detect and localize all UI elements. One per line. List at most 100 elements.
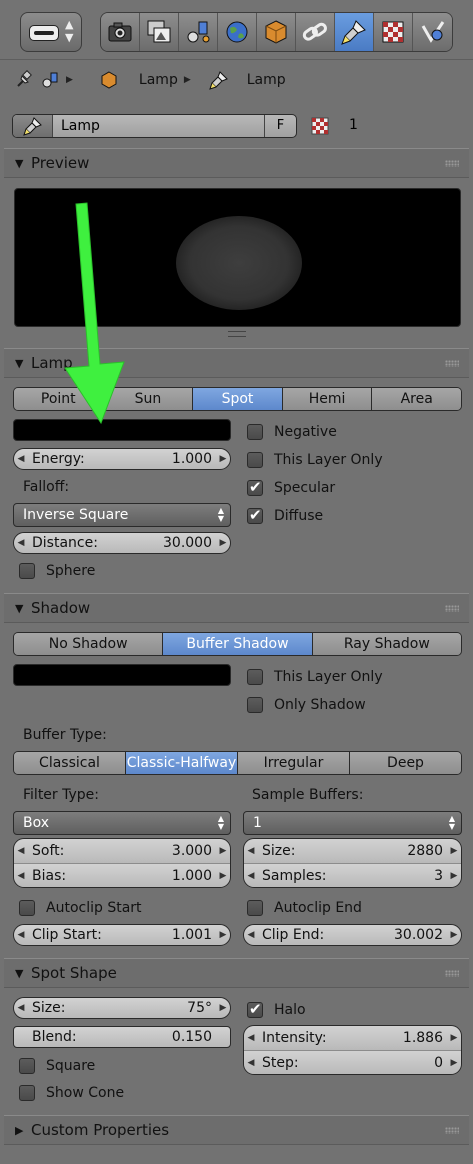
pin-icon[interactable]: [14, 70, 34, 90]
tab-lamp-data[interactable]: [335, 13, 374, 51]
lamp-type-spot[interactable]: Spot: [193, 388, 283, 410]
fake-user-button[interactable]: F: [264, 115, 296, 137]
increment-arrow-icon[interactable]: ▶: [216, 538, 230, 548]
tab-constraints[interactable]: [296, 13, 335, 51]
object-icon: [265, 20, 287, 44]
lamp-color-swatch[interactable]: [13, 419, 231, 441]
decrement-arrow-icon[interactable]: ◀: [244, 846, 258, 856]
increment-arrow-icon[interactable]: ▶: [216, 930, 230, 940]
shadow-mode-ray[interactable]: Ray Shadow: [312, 633, 461, 655]
specular-checkbox[interactable]: Specular: [247, 477, 335, 499]
tab-physics[interactable]: [413, 13, 452, 51]
spot-size-field[interactable]: ◀ Size: 75° ▶: [13, 997, 231, 1019]
breadcrumb-data: Lamp: [246, 72, 286, 88]
falloff-dropdown[interactable]: Inverse Square ▲ ▼: [13, 503, 231, 527]
clip-start-field[interactable]: ◀ Clip Start: 1.001 ▶: [13, 924, 231, 946]
halo-step-field[interactable]: ◀ Step: 0 ▶: [244, 1050, 461, 1074]
lamp-type-sun[interactable]: Sun: [103, 388, 194, 410]
buffer-type-irregular[interactable]: Irregular: [238, 752, 350, 774]
autoclip-start-checkbox[interactable]: Autoclip Start: [19, 897, 142, 919]
custom-properties-panel-header[interactable]: ▶ Custom Properties: [4, 1115, 469, 1145]
constraints-icon: [302, 22, 327, 41]
shadow-panel-header[interactable]: ▼ Shadow: [4, 593, 469, 623]
increment-arrow-icon[interactable]: ▶: [216, 1003, 230, 1013]
preview-panel-header[interactable]: ▼ Preview: [4, 148, 469, 178]
tab-texture[interactable]: [374, 13, 413, 51]
buffer-type-classic-halfway[interactable]: Classic-Halfway: [126, 752, 238, 774]
drag-grip-icon[interactable]: [445, 360, 459, 367]
clip-end-field[interactable]: ◀ Clip End: 30.002 ▶: [243, 924, 462, 946]
autoclip-end-checkbox[interactable]: Autoclip End: [247, 897, 362, 919]
lamp-this-layer-only-checkbox[interactable]: This Layer Only: [247, 449, 383, 471]
tab-render-layers[interactable]: [140, 13, 179, 51]
spot-shape-panel-header[interactable]: ▼ Spot Shape: [4, 958, 469, 988]
drag-grip-icon[interactable]: [445, 1127, 459, 1134]
distance-field[interactable]: ◀ Distance: 30.000 ▶: [13, 532, 231, 554]
increment-arrow-icon[interactable]: ▶: [216, 846, 230, 856]
datablock-name-field[interactable]: Lamp: [53, 115, 264, 137]
sample-buffers-dropdown[interactable]: 1 ▲ ▼: [243, 811, 462, 835]
decrement-arrow-icon[interactable]: ◀: [14, 454, 28, 464]
halo-intensity-field[interactable]: ◀ Intensity: 1.886 ▶: [244, 1026, 461, 1050]
drag-grip-icon[interactable]: [445, 160, 459, 167]
decrement-arrow-icon[interactable]: ◀: [14, 1003, 28, 1013]
lamp-type-area[interactable]: Area: [372, 388, 461, 410]
world-icon: [226, 21, 248, 43]
decrement-arrow-icon[interactable]: ◀: [14, 871, 28, 881]
sphere-checkbox[interactable]: Sphere: [19, 560, 95, 582]
lamp-type-point[interactable]: Point: [14, 388, 104, 410]
texture-icon: [382, 21, 404, 43]
drag-grip-icon[interactable]: [445, 605, 459, 612]
samples-field[interactable]: ◀ Samples: 3 ▶: [244, 863, 461, 887]
buffer-type-classical[interactable]: Classical: [14, 752, 126, 774]
diffuse-checkbox[interactable]: Diffuse: [247, 505, 323, 527]
spot-blend-slider[interactable]: Blend: 0.150: [13, 1026, 231, 1048]
decrement-arrow-icon[interactable]: ◀: [244, 1033, 258, 1043]
decrement-arrow-icon[interactable]: ◀: [14, 930, 28, 940]
decrement-arrow-icon[interactable]: ◀: [244, 1058, 258, 1068]
preview-resize-handle[interactable]: [228, 331, 246, 337]
increment-arrow-icon[interactable]: ▶: [447, 1033, 461, 1043]
tab-world[interactable]: [218, 13, 257, 51]
falloff-label: Falloff:: [23, 479, 70, 495]
lamp-panel-header[interactable]: ▼ Lamp: [4, 348, 469, 378]
shadow-mode-none[interactable]: No Shadow: [14, 633, 164, 655]
filter-type-dropdown[interactable]: Box ▲ ▼: [13, 811, 231, 835]
shadow-this-layer-only-checkbox[interactable]: This Layer Only: [247, 666, 383, 688]
tab-scene[interactable]: [179, 13, 218, 51]
lamp-preview-render: [14, 188, 461, 327]
decrement-arrow-icon[interactable]: ◀: [244, 871, 258, 881]
decrement-arrow-icon[interactable]: ◀: [14, 538, 28, 548]
bias-field[interactable]: ◀ Bias: 1.000 ▶: [14, 863, 230, 887]
lamp-type-hemi[interactable]: Hemi: [282, 388, 373, 410]
lamp-datablock-selector: Lamp F: [12, 114, 297, 138]
show-cone-checkbox[interactable]: Show Cone: [19, 1082, 124, 1104]
shadow-mode-buffer[interactable]: Buffer Shadow: [163, 633, 313, 655]
energy-field[interactable]: ◀ Energy: 1.000 ▶: [13, 448, 231, 470]
soft-field[interactable]: ◀ Soft: 3.000 ▶: [14, 839, 230, 863]
negative-checkbox[interactable]: Negative: [247, 421, 337, 443]
square-checkbox[interactable]: Square: [19, 1055, 95, 1077]
breadcrumb: ▶ Lamp ▶ Lamp: [14, 68, 286, 92]
editor-type-selector[interactable]: ▲ ▼: [20, 12, 82, 52]
decrement-arrow-icon[interactable]: ◀: [244, 930, 258, 940]
increment-arrow-icon[interactable]: ▶: [216, 871, 230, 881]
drag-grip-icon[interactable]: [445, 970, 459, 977]
decrement-arrow-icon[interactable]: ◀: [14, 846, 28, 856]
halo-settings-group: ◀ Intensity: 1.886 ▶ ◀ Step: 0 ▶: [243, 1025, 462, 1075]
increment-arrow-icon[interactable]: ▶: [216, 454, 230, 464]
increment-arrow-icon[interactable]: ▶: [447, 871, 461, 881]
buffer-size-field[interactable]: ◀ Size: 2880 ▶: [244, 839, 461, 863]
shadow-color-swatch[interactable]: [13, 664, 231, 686]
tab-render[interactable]: [101, 13, 140, 51]
tab-object[interactable]: [257, 13, 296, 51]
panel-title: Spot Shape: [31, 964, 117, 982]
halo-checkbox[interactable]: Halo: [247, 999, 306, 1021]
buffer-type-deep[interactable]: Deep: [350, 752, 461, 774]
shadow-mode-selector: No Shadow Buffer Shadow Ray Shadow: [13, 632, 462, 656]
increment-arrow-icon[interactable]: ▶: [447, 930, 461, 940]
increment-arrow-icon[interactable]: ▶: [447, 1058, 461, 1068]
browse-lamp-button[interactable]: [13, 115, 53, 137]
only-shadow-checkbox[interactable]: Only Shadow: [247, 694, 366, 716]
increment-arrow-icon[interactable]: ▶: [447, 846, 461, 856]
